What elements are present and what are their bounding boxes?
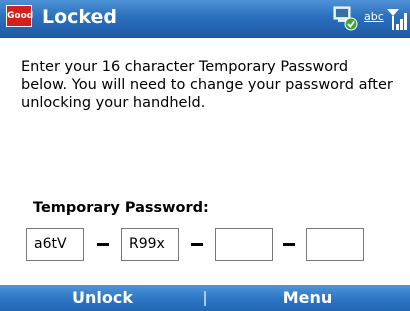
password-field-4[interactable]	[306, 228, 364, 261]
menu-softkey[interactable]: Menu	[205, 285, 410, 311]
field-separator	[191, 243, 203, 246]
signal-strength-icon[interactable]	[385, 6, 407, 32]
password-field-3[interactable]	[215, 228, 273, 261]
field-separator	[97, 243, 109, 246]
unlock-softkey[interactable]: Unlock	[0, 285, 205, 311]
input-mode-indicator[interactable]: abc	[364, 10, 384, 23]
password-field-2[interactable]: R99x	[121, 228, 179, 261]
page-title: Locked	[42, 6, 118, 28]
password-field-1[interactable]: a6tV	[26, 228, 84, 261]
good-logo: Good	[6, 5, 33, 27]
title-bar: Good Locked abc	[0, 0, 410, 38]
softkey-bar: Unlock Menu	[0, 285, 410, 311]
network-status-icon[interactable]	[332, 5, 358, 31]
temporary-password-label: Temporary Password:	[33, 200, 209, 216]
instructions-text: Enter your 16 character Temporary Passwo…	[21, 59, 393, 111]
field-separator	[283, 243, 295, 246]
